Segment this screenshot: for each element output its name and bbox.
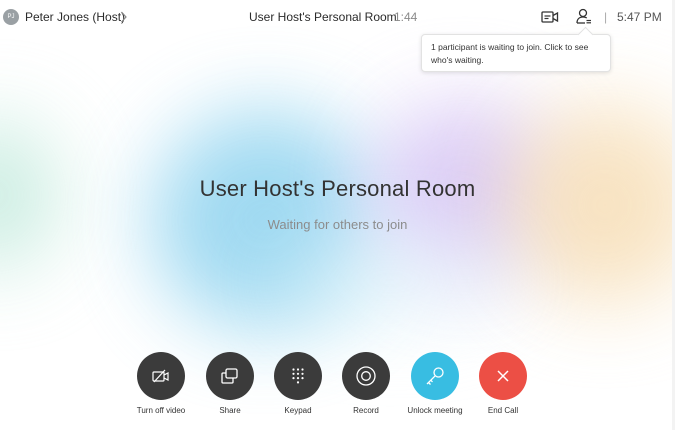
- keypad-icon: [292, 368, 304, 384]
- video-layout-icon[interactable]: [541, 10, 559, 24]
- turn-off-video-label: Turn off video: [136, 406, 186, 415]
- end-call-icon: [497, 370, 509, 382]
- meeting-duration: 1:44: [394, 10, 418, 24]
- header-separator: |: [604, 10, 608, 24]
- participants-icon[interactable]: [576, 8, 592, 26]
- unlock-meeting-button[interactable]: [411, 352, 459, 400]
- end-call-label: End Call: [487, 406, 519, 415]
- background-glow-light: [270, 240, 510, 320]
- clock: 5:47 PM: [617, 10, 662, 24]
- record-icon: [356, 366, 376, 386]
- record-label: Record: [353, 406, 379, 415]
- waiting-subtitle: Waiting for others to join: [267, 217, 408, 232]
- room-title: User Host's Personal Room: [199, 176, 476, 201]
- record-button[interactable]: [342, 352, 390, 400]
- end-call-button[interactable]: [479, 352, 527, 400]
- key-icon: [426, 367, 444, 385]
- end-call-control: End Call: [463, 352, 543, 415]
- keypad-button[interactable]: [274, 352, 322, 400]
- turn-off-video-button[interactable]: [137, 352, 185, 400]
- top-bar: PJ Peter Jones (Host) User Host's Person…: [0, 0, 675, 34]
- waiting-participant-tooltip[interactable]: 1 participant is waiting to join. Click …: [421, 26, 611, 72]
- share-icon: [221, 368, 238, 384]
- meeting-title: User Host's Personal Room: [249, 10, 397, 24]
- chevron-right-icon[interactable]: [120, 10, 128, 24]
- tooltip-text: 1 participant is waiting to join. Click …: [431, 42, 589, 65]
- video-off-icon: [152, 369, 169, 383]
- host-name[interactable]: Peter Jones (Host): [25, 10, 125, 24]
- share-button[interactable]: [206, 352, 254, 400]
- avatar[interactable]: PJ: [3, 9, 19, 25]
- record-control: Record: [326, 352, 406, 415]
- turn-off-video-control: Turn off video: [121, 352, 201, 415]
